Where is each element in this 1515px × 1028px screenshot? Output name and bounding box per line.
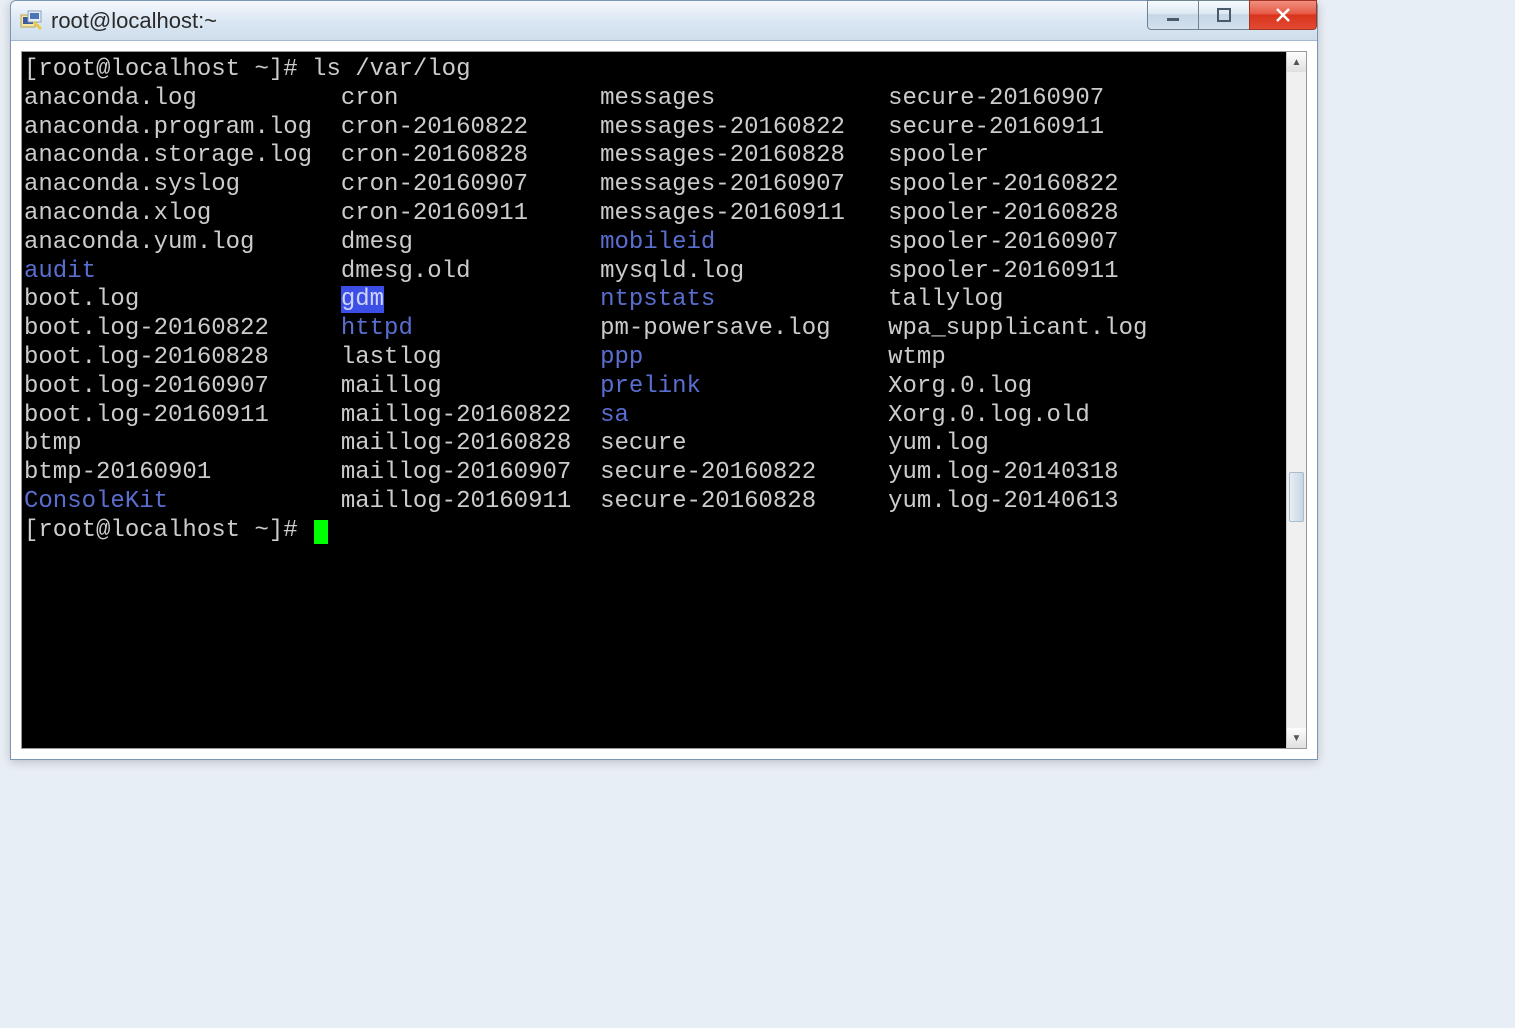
ls-entry: audit bbox=[24, 258, 341, 287]
ls-entry: dmesg.old bbox=[341, 258, 600, 287]
ls-entry: maillog-20160822 bbox=[341, 402, 600, 431]
ls-entry: anaconda.syslog bbox=[24, 171, 341, 200]
ls-entry: spooler bbox=[888, 142, 989, 171]
ls-row: boot.log-20160828lastlogpppwtmp bbox=[24, 344, 1286, 373]
ls-entry: dmesg bbox=[341, 229, 600, 258]
ls-entry: spooler-20160828 bbox=[888, 200, 1118, 229]
ls-entry: secure-20160911 bbox=[888, 114, 1104, 143]
ls-entry: secure bbox=[600, 430, 888, 459]
ls-row: boot.log-20160907maillogprelinkXorg.0.lo… bbox=[24, 373, 1286, 402]
ls-entry: messages-20160828 bbox=[600, 142, 888, 171]
ls-entry: secure-20160828 bbox=[600, 488, 888, 517]
scroll-down-button[interactable]: ▼ bbox=[1287, 728, 1306, 748]
ls-entry: boot.log-20160828 bbox=[24, 344, 341, 373]
ls-entry: mysqld.log bbox=[600, 258, 888, 287]
ls-entry: anaconda.storage.log bbox=[24, 142, 341, 171]
ls-entry: cron bbox=[341, 85, 600, 114]
putty-window: root@localhost:~ [root@localhost ~]# ls … bbox=[10, 0, 1318, 760]
ls-entry: maillog-20160911 bbox=[341, 488, 600, 517]
ls-entry: pm-powersave.log bbox=[600, 315, 888, 344]
ls-entry: anaconda.xlog bbox=[24, 200, 341, 229]
ls-entry: messages bbox=[600, 85, 888, 114]
ls-entry: gdm bbox=[341, 286, 600, 315]
ls-row: boot.loggdmntpstatstallylog bbox=[24, 286, 1286, 315]
ls-row: ConsoleKitmaillog-20160911secure-2016082… bbox=[24, 488, 1286, 517]
ls-entry: wtmp bbox=[888, 344, 946, 373]
ls-entry: btmp-20160901 bbox=[24, 459, 341, 488]
ls-entry: yum.log bbox=[888, 430, 989, 459]
ls-entry: anaconda.yum.log bbox=[24, 229, 341, 258]
ls-entry: prelink bbox=[600, 373, 888, 402]
titlebar[interactable]: root@localhost:~ bbox=[11, 1, 1317, 41]
ls-row: anaconda.syslogcron-20160907messages-201… bbox=[24, 171, 1286, 200]
ls-entry: secure-20160907 bbox=[888, 85, 1104, 114]
ls-row: anaconda.program.logcron-20160822message… bbox=[24, 114, 1286, 143]
terminal[interactable]: [root@localhost ~]# ls /var/loganaconda.… bbox=[22, 52, 1286, 748]
ls-entry: httpd bbox=[341, 315, 600, 344]
ls-entry: ntpstats bbox=[600, 286, 888, 315]
ls-entry: anaconda.program.log bbox=[24, 114, 341, 143]
ls-entry: messages-20160907 bbox=[600, 171, 888, 200]
ls-entry: ppp bbox=[600, 344, 888, 373]
ls-entry: maillog-20160828 bbox=[341, 430, 600, 459]
ls-entry: spooler-20160911 bbox=[888, 258, 1118, 287]
prompt-line: [root@localhost ~]# bbox=[24, 517, 1286, 546]
ls-row: anaconda.logcronmessagessecure-20160907 bbox=[24, 85, 1286, 114]
ls-entry: btmp bbox=[24, 430, 341, 459]
terminal-container: [root@localhost ~]# ls /var/loganaconda.… bbox=[21, 51, 1307, 749]
ls-row: auditdmesg.oldmysqld.logspooler-20160911 bbox=[24, 258, 1286, 287]
ls-row: anaconda.storage.logcron-20160828message… bbox=[24, 142, 1286, 171]
ls-entry: cron-20160911 bbox=[341, 200, 600, 229]
ls-entry: cron-20160907 bbox=[341, 171, 600, 200]
ls-entry: spooler-20160822 bbox=[888, 171, 1118, 200]
window-controls bbox=[1148, 0, 1317, 30]
maximize-button[interactable] bbox=[1198, 0, 1250, 30]
ls-entry: Xorg.0.log.old bbox=[888, 402, 1090, 431]
putty-icon bbox=[19, 9, 43, 33]
ls-entry: cron-20160822 bbox=[341, 114, 600, 143]
ls-entry: messages-20160911 bbox=[600, 200, 888, 229]
command-line: [root@localhost ~]# ls /var/log bbox=[24, 56, 1286, 85]
ls-entry: messages-20160822 bbox=[600, 114, 888, 143]
ls-entry: maillog-20160907 bbox=[341, 459, 600, 488]
ls-row: btmpmaillog-20160828secureyum.log bbox=[24, 430, 1286, 459]
minimize-button[interactable] bbox=[1147, 0, 1199, 30]
ls-entry: anaconda.log bbox=[24, 85, 341, 114]
ls-entry: maillog bbox=[341, 373, 600, 402]
ls-entry: ConsoleKit bbox=[24, 488, 341, 517]
ls-entry: tallylog bbox=[888, 286, 1003, 315]
ls-row: anaconda.yum.logdmesgmobileidspooler-201… bbox=[24, 229, 1286, 258]
ls-entry: sa bbox=[600, 402, 888, 431]
ls-entry: boot.log-20160911 bbox=[24, 402, 341, 431]
cursor bbox=[314, 520, 328, 544]
ls-row: boot.log-20160822httpdpm-powersave.logwp… bbox=[24, 315, 1286, 344]
ls-entry: mobileid bbox=[600, 229, 888, 258]
scrollbar[interactable]: ▲ ▼ bbox=[1286, 52, 1306, 748]
ls-row: boot.log-20160911maillog-20160822saXorg.… bbox=[24, 402, 1286, 431]
ls-entry: wpa_supplicant.log bbox=[888, 315, 1147, 344]
ls-entry: yum.log-20140318 bbox=[888, 459, 1118, 488]
scroll-up-button[interactable]: ▲ bbox=[1287, 52, 1306, 72]
ls-row: anaconda.xlogcron-20160911messages-20160… bbox=[24, 200, 1286, 229]
ls-entry: yum.log-20140613 bbox=[888, 488, 1118, 517]
ls-entry: boot.log-20160907 bbox=[24, 373, 341, 402]
ls-entry: cron-20160828 bbox=[341, 142, 600, 171]
scroll-thumb[interactable] bbox=[1289, 472, 1304, 522]
ls-entry: secure-20160822 bbox=[600, 459, 888, 488]
ls-entry: lastlog bbox=[341, 344, 600, 373]
ls-entry: Xorg.0.log bbox=[888, 373, 1032, 402]
ls-entry: boot.log bbox=[24, 286, 341, 315]
close-button[interactable] bbox=[1249, 0, 1317, 30]
ls-entry: boot.log-20160822 bbox=[24, 315, 341, 344]
window-title: root@localhost:~ bbox=[51, 8, 217, 34]
ls-row: btmp-20160901maillog-20160907secure-2016… bbox=[24, 459, 1286, 488]
ls-entry: spooler-20160907 bbox=[888, 229, 1118, 258]
